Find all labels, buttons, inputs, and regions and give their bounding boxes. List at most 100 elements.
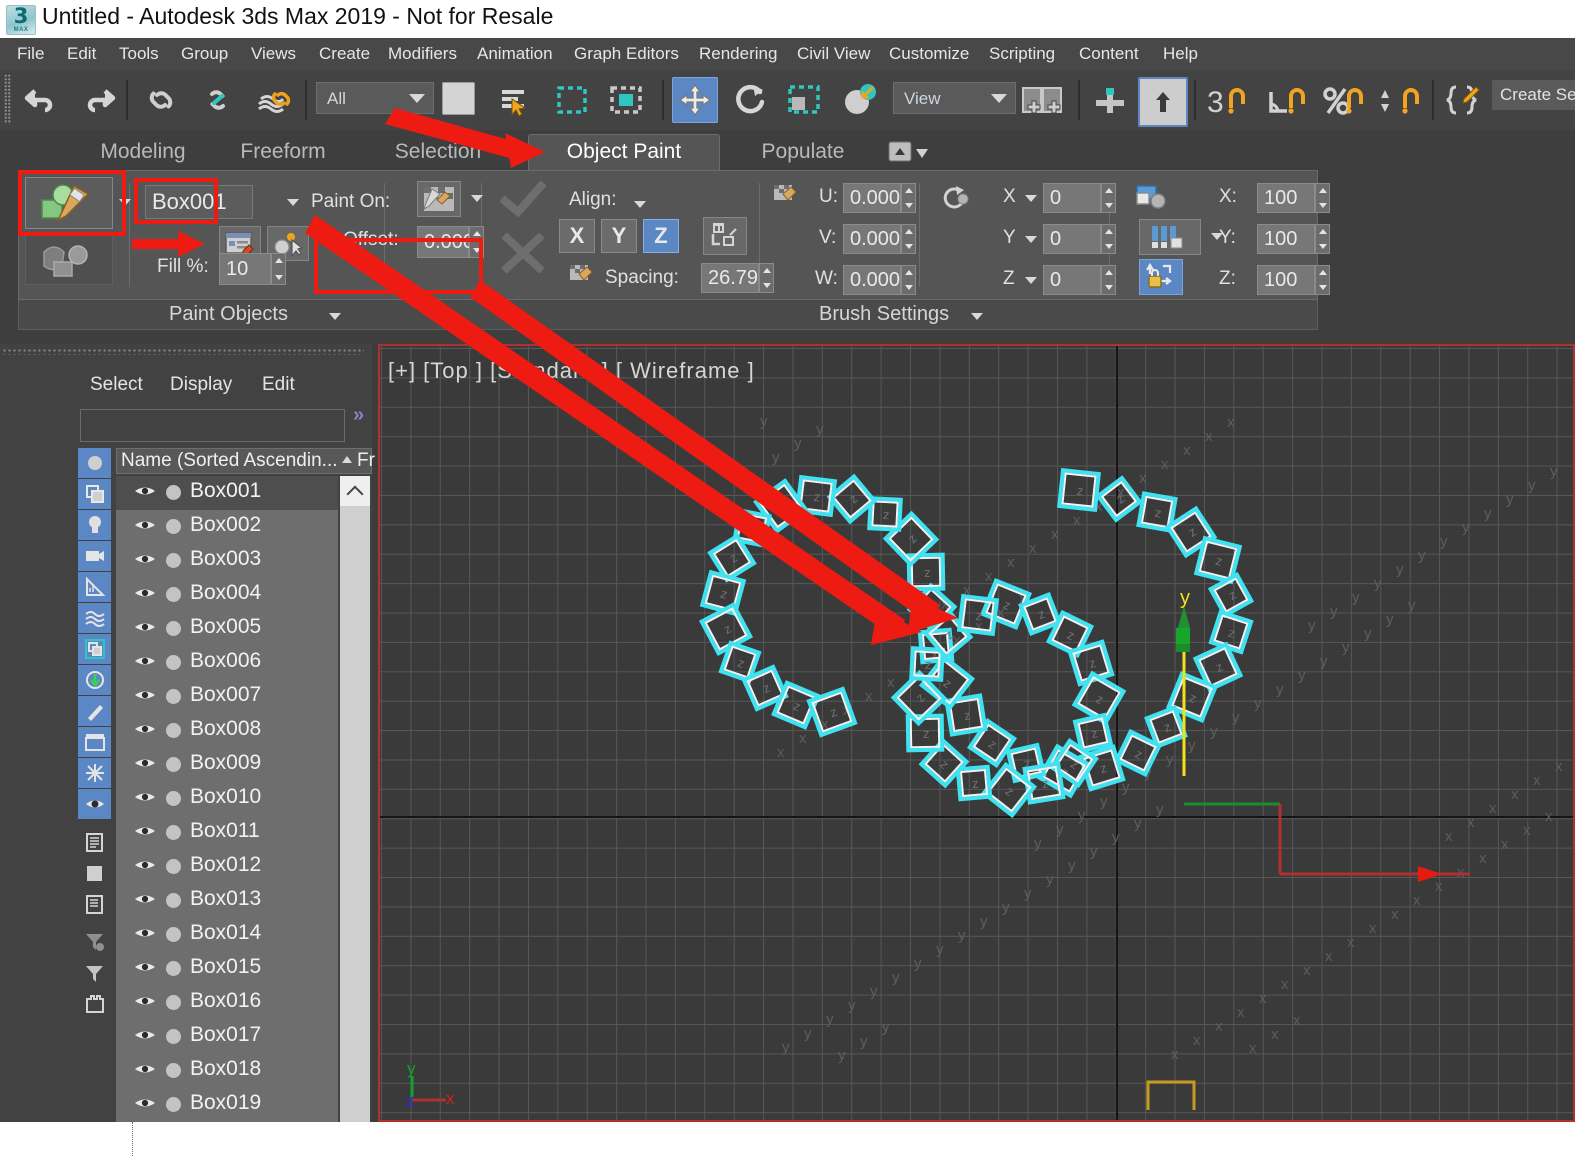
scale-x-stepper[interactable] bbox=[1315, 183, 1330, 213]
scale-z-input[interactable]: 100 bbox=[1257, 265, 1330, 295]
table-row[interactable]: Box018 bbox=[116, 1054, 338, 1088]
menu-item-customize[interactable]: Customize bbox=[878, 38, 980, 70]
filter-xrefs-icon[interactable] bbox=[78, 665, 111, 695]
paint-on-flyout-caret[interactable] bbox=[471, 195, 483, 202]
configure-filter-icon[interactable] bbox=[78, 927, 111, 957]
toolbar-grip[interactable] bbox=[4, 74, 11, 124]
visibility-eye-icon[interactable] bbox=[134, 790, 156, 804]
lock-scale-aspect-button[interactable] bbox=[1139, 259, 1183, 295]
freeze-toggle-icon[interactable] bbox=[166, 825, 181, 840]
visibility-eye-icon[interactable] bbox=[134, 1096, 156, 1110]
select-by-name-icon[interactable] bbox=[494, 78, 538, 122]
window-crossing-icon[interactable] bbox=[604, 78, 648, 122]
scatter-w-stepper[interactable] bbox=[901, 265, 916, 295]
painted-box[interactable]: z bbox=[1072, 712, 1114, 754]
ribbon-minimize-icon[interactable] bbox=[888, 140, 934, 164]
visibility-eye-icon[interactable] bbox=[134, 1062, 156, 1076]
create-selection-set-field[interactable]: Create Sel bbox=[1492, 80, 1575, 110]
menu-item-animation[interactable]: Animation bbox=[466, 38, 564, 70]
filter-cameras-icon[interactable] bbox=[78, 541, 111, 571]
menu-item-graph-editors[interactable]: Graph Editors bbox=[563, 38, 690, 70]
use-center-flyout-icon[interactable] bbox=[1018, 78, 1068, 122]
paint-on-surface-button[interactable] bbox=[417, 181, 461, 217]
offset-input[interactable]: 0.000 bbox=[417, 226, 484, 258]
select-and-place-icon[interactable] bbox=[838, 78, 882, 122]
painted-box[interactable]: z bbox=[1095, 475, 1143, 523]
column-header-name[interactable]: Name (Sorted Ascendin... bbox=[121, 450, 338, 472]
menu-item-rendering[interactable]: Rendering bbox=[688, 38, 788, 70]
freeze-toggle-icon[interactable] bbox=[166, 689, 181, 704]
expand-search-chevron-icon[interactable]: » bbox=[353, 404, 364, 427]
ribbon-tab-freeform[interactable]: Freeform bbox=[203, 134, 363, 170]
filter-geometry-icon[interactable] bbox=[78, 448, 111, 478]
explorer-menu-display[interactable]: Display bbox=[170, 370, 232, 400]
undo-icon[interactable] bbox=[20, 78, 64, 122]
rotation-z-stepper[interactable] bbox=[1101, 265, 1116, 295]
selection-filter-dropdown[interactable]: All bbox=[316, 82, 434, 114]
menu-item-help[interactable]: Help bbox=[1152, 38, 1209, 70]
scale-mode-button[interactable] bbox=[1139, 219, 1201, 255]
scatter-w-input[interactable]: 0.000 bbox=[843, 265, 916, 295]
select-and-link-icon[interactable] bbox=[140, 78, 184, 122]
filter-space-warps-icon[interactable] bbox=[78, 603, 111, 633]
redo-icon[interactable] bbox=[76, 78, 120, 122]
painted-box[interactable]: z bbox=[1208, 609, 1254, 655]
bind-to-space-warp-icon[interactable] bbox=[252, 78, 296, 122]
freeze-toggle-icon[interactable] bbox=[166, 621, 181, 636]
column-header-frozen[interactable]: Fr bbox=[357, 450, 375, 472]
menu-item-civil-view[interactable]: Civil View bbox=[786, 38, 881, 70]
select-object-icon[interactable] bbox=[442, 82, 475, 115]
table-row[interactable]: Box003 bbox=[116, 544, 338, 578]
angle-snap-toggle-icon[interactable] bbox=[1262, 78, 1312, 122]
ribbon-tab-modeling[interactable]: Modeling bbox=[63, 134, 223, 170]
paint-tool-flyout-caret[interactable] bbox=[119, 199, 131, 206]
rotation-x-caret[interactable] bbox=[1025, 195, 1037, 202]
ribbon-tab-object-paint[interactable]: Object Paint bbox=[528, 134, 720, 171]
scatter-u-stepper[interactable] bbox=[901, 183, 916, 213]
table-row[interactable]: Box008 bbox=[116, 714, 338, 748]
freeze-toggle-icon[interactable] bbox=[166, 1063, 181, 1078]
menu-item-scripting[interactable]: Scripting bbox=[978, 38, 1066, 70]
visibility-eye-icon[interactable] bbox=[134, 1028, 156, 1042]
filter-helpers-icon[interactable] bbox=[78, 572, 111, 602]
apply-filter-icon[interactable] bbox=[78, 958, 111, 988]
freeze-toggle-icon[interactable] bbox=[166, 519, 181, 534]
spacing-stepper[interactable] bbox=[759, 263, 774, 293]
container-icon[interactable] bbox=[78, 989, 111, 1019]
filter-hidden-icon[interactable] bbox=[78, 789, 111, 819]
table-row[interactable]: Box004 bbox=[116, 578, 338, 612]
table-row[interactable]: Box012 bbox=[116, 850, 338, 884]
visibility-eye-icon[interactable] bbox=[134, 722, 156, 736]
table-row[interactable]: Box007 bbox=[116, 680, 338, 714]
viewport-top[interactable]: [+] [Top ] [Standard ] [ Wireframe ] yxy… bbox=[378, 344, 1575, 1122]
align-axis-x-button[interactable]: X bbox=[559, 219, 595, 253]
menu-item-group[interactable]: Group bbox=[170, 38, 239, 70]
menu-item-modifiers[interactable]: Modifiers bbox=[377, 38, 468, 70]
visibility-eye-icon[interactable] bbox=[134, 994, 156, 1008]
visibility-eye-icon[interactable] bbox=[134, 926, 156, 940]
visibility-eye-icon[interactable] bbox=[134, 552, 156, 566]
table-row[interactable]: Box014 bbox=[116, 918, 338, 952]
table-row[interactable]: Box006 bbox=[116, 646, 338, 680]
snaps-toggle-3-icon[interactable]: 3 bbox=[1204, 78, 1254, 122]
rotation-z-input[interactable]: 0 bbox=[1043, 265, 1116, 295]
scale-y-input[interactable]: 100 bbox=[1257, 224, 1330, 254]
rotation-y-stepper[interactable] bbox=[1101, 224, 1116, 254]
rectangular-selection-region-icon[interactable] bbox=[550, 78, 594, 122]
visibility-eye-icon[interactable] bbox=[134, 756, 156, 770]
freeze-toggle-icon[interactable] bbox=[166, 587, 181, 602]
scale-x-input[interactable]: 100 bbox=[1257, 183, 1330, 213]
filter-bones-icon[interactable] bbox=[78, 696, 111, 726]
accept-checkmark-icon[interactable] bbox=[497, 177, 549, 225]
rotation-z-caret[interactable] bbox=[1025, 277, 1037, 284]
select-and-manipulate-icon[interactable] bbox=[1088, 78, 1132, 122]
display-influences-icon[interactable] bbox=[78, 858, 111, 888]
scatter-v-input[interactable]: 0.000 bbox=[843, 224, 916, 254]
ribbon-tab-selection[interactable]: Selection bbox=[358, 134, 518, 170]
freeze-toggle-icon[interactable] bbox=[166, 553, 181, 568]
freeze-toggle-icon[interactable] bbox=[166, 961, 181, 976]
fill-percent-stepper[interactable] bbox=[271, 253, 286, 285]
freeze-toggle-icon[interactable] bbox=[166, 859, 181, 874]
table-row[interactable]: Box001 bbox=[116, 476, 338, 510]
visibility-eye-icon[interactable] bbox=[134, 654, 156, 668]
